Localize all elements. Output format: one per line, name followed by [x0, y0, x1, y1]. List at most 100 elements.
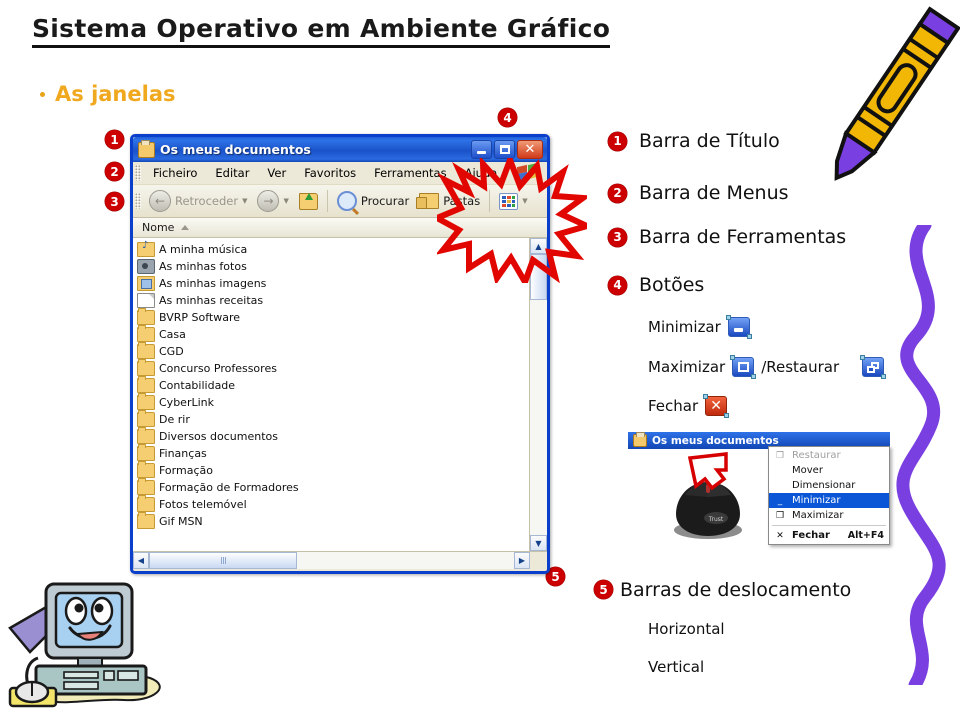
legend-label-1: Barra de Título: [639, 130, 780, 152]
folders-label: Pastas: [443, 194, 481, 208]
file-list-item[interactable]: Concurso Professores: [137, 359, 529, 377]
detail-horizontal: Horizontal: [648, 620, 725, 638]
menu-bar[interactable]: Ficheiro Editar Ver Favoritos Ferramenta…: [133, 162, 547, 185]
marker-5-legend: 5: [594, 580, 613, 599]
marker-3: 3: [105, 192, 124, 211]
menu-grip-handle[interactable]: [135, 165, 141, 181]
file-list-item[interactable]: As minhas receitas: [137, 292, 529, 309]
file-name-label: As minhas fotos: [159, 260, 247, 273]
folder-documents-icon: [138, 139, 155, 158]
marker-1: 1: [105, 130, 124, 149]
file-list-item[interactable]: De rir: [137, 410, 529, 428]
maximize-button[interactable]: [494, 140, 515, 159]
file-list-item[interactable]: Gif MSN: [137, 512, 529, 530]
file-list-item[interactable]: Finanças: [137, 444, 529, 462]
photos-folder-icon: [137, 259, 155, 274]
detail-vertical: Vertical: [648, 658, 704, 676]
menu-item-ferramentas[interactable]: Ferramentas: [365, 163, 455, 183]
slide-canvas: Sistema Operativo em Ambiente Gráfico As…: [0, 0, 960, 711]
menu-item-editar[interactable]: Editar: [206, 163, 258, 183]
horizontal-scrollbar[interactable]: ◀ ▶: [133, 551, 547, 569]
file-name-label: BVRP Software: [159, 311, 240, 324]
restore-button-sample[interactable]: [860, 355, 887, 379]
scroll-up-button[interactable]: ▲: [530, 238, 547, 254]
horizontal-scroll-track[interactable]: [297, 552, 514, 569]
search-label: Procurar: [360, 194, 410, 208]
demo-window-title: Os meus documentos: [652, 434, 779, 447]
context-item-fechar[interactable]: ✕ Fechar Alt+F4: [769, 528, 889, 543]
window-title-bar[interactable]: Os meus documentos ✕: [133, 137, 547, 162]
detail-fechar: Fechar ✕: [648, 394, 730, 418]
horizontal-label: Horizontal: [648, 620, 725, 638]
context-item-restaurar[interactable]: ❐ Restaurar: [769, 448, 889, 463]
chevron-down-icon[interactable]: ▼: [522, 197, 527, 205]
maximize-button-sample[interactable]: [730, 355, 757, 379]
bullet-label: As janelas: [55, 82, 176, 106]
file-list-item[interactable]: As minhas fotos: [137, 258, 529, 275]
menu-item-ver[interactable]: Ver: [258, 163, 295, 183]
views-button[interactable]: ▼: [494, 187, 532, 215]
file-list-item[interactable]: Casa: [137, 325, 529, 343]
window-buttons-group: ✕: [471, 140, 545, 159]
file-list-item[interactable]: Formação de Formadores: [137, 478, 529, 496]
vertical-scroll-track[interactable]: [530, 300, 547, 535]
file-list[interactable]: A minha música As minhas fotos As minhas i…: [133, 238, 529, 551]
legend-item-5: Barras de deslocamento: [620, 579, 851, 601]
file-name-label: Diversos documentos: [159, 430, 278, 443]
close-button-sample[interactable]: ✕: [703, 394, 730, 418]
system-context-menu[interactable]: ❐ Restaurar Mover Dimensionar _ Minimiza…: [768, 446, 890, 545]
file-name-label: As minhas receitas: [159, 294, 264, 307]
file-list-item[interactable]: Formação: [137, 461, 529, 479]
music-folder-icon: [137, 240, 155, 257]
column-header-nome[interactable]: Nome: [133, 218, 547, 238]
file-name-label: Finanças: [159, 447, 207, 460]
chevron-down-icon[interactable]: ▼: [242, 197, 247, 205]
context-label-dimensionar: Dimensionar: [792, 480, 856, 491]
chevron-down-icon[interactable]: ▼: [283, 197, 288, 205]
context-item-maximizar[interactable]: ❒ Maximizar: [769, 508, 889, 523]
detail-maximizar-restaurar: Maximizar /Restaurar: [648, 355, 887, 379]
menu-item-ficheiro[interactable]: Ficheiro: [144, 163, 206, 183]
file-list-item[interactable]: Contabilidade: [137, 376, 529, 394]
toolbar-separator: [326, 190, 328, 212]
file-list-item[interactable]: A minha música: [137, 240, 529, 258]
menu-item-ajuda[interactable]: Ajuda: [456, 163, 507, 183]
vertical-scrollbar[interactable]: ▲ ▼: [529, 238, 547, 551]
legend-label-3: Barra de Ferramentas: [639, 226, 847, 248]
forward-arrow-icon: →: [257, 190, 280, 212]
back-button[interactable]: ← Retroceder ▼: [144, 187, 252, 215]
context-item-mover[interactable]: Mover: [769, 463, 889, 478]
tool-bar[interactable]: ← Retroceder ▼ → ▼ Procurar Pastas ▼: [133, 185, 547, 218]
detail-minimizar: Minimizar: [648, 315, 752, 339]
file-name-label: A minha música: [159, 243, 248, 256]
scroll-right-button[interactable]: ▶: [514, 552, 530, 569]
file-list-item[interactable]: Fotos telemóvel: [137, 495, 529, 513]
forward-button[interactable]: → ▼: [252, 187, 293, 215]
up-button[interactable]: [294, 187, 323, 215]
context-item-minimizar[interactable]: _ Minimizar: [769, 493, 889, 508]
context-item-dimensionar[interactable]: Dimensionar: [769, 478, 889, 493]
scroll-down-button[interactable]: ▼: [530, 535, 547, 551]
file-list-item[interactable]: As minhas imagens: [137, 275, 529, 292]
sort-ascending-icon: [181, 225, 190, 230]
minimizar-label: Minimizar: [648, 318, 721, 336]
folder-icon: [137, 376, 155, 393]
minimize-button[interactable]: [471, 140, 492, 159]
close-button[interactable]: ✕: [517, 140, 543, 159]
file-list-item[interactable]: Diversos documentos: [137, 427, 529, 445]
folders-button[interactable]: Pastas: [414, 187, 485, 215]
explorer-window[interactable]: Os meus documentos ✕ Ficheiro Editar Ver…: [130, 134, 550, 574]
file-name-label: Fotos telemóvel: [159, 498, 247, 511]
toolbar-grip-handle[interactable]: [135, 193, 141, 209]
minimize-button-sample[interactable]: [725, 315, 752, 339]
file-list-item[interactable]: CyberLink: [137, 393, 529, 411]
legend-number-4: 4: [608, 275, 627, 295]
file-name-label: Concurso Professores: [159, 362, 277, 375]
vertical-scroll-thumb[interactable]: [530, 254, 547, 300]
menu-item-favoritos[interactable]: Favoritos: [295, 163, 365, 183]
file-list-item[interactable]: BVRP Software: [137, 308, 529, 326]
bullet-dot-icon: [40, 91, 45, 97]
file-list-item[interactable]: CGD: [137, 342, 529, 360]
search-button[interactable]: Procurar: [332, 187, 414, 215]
maximize-icon: ❒: [775, 510, 785, 521]
